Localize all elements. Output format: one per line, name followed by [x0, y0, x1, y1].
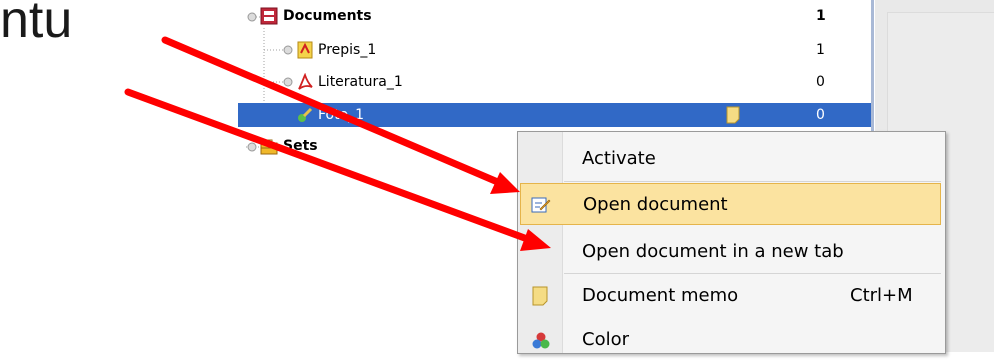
menu-item-activate[interactable]: Activate — [520, 138, 941, 180]
sets-briefcase-icon — [260, 139, 278, 155]
tree-row-count: 1 — [816, 42, 825, 58]
pdf-icon — [298, 73, 313, 90]
tree-row-count: 1 — [816, 8, 826, 24]
tree-row-literatura[interactable]: Literatura_1 0 — [238, 70, 872, 94]
menu-item-open-document-new-tab[interactable]: Open document in a new tab — [520, 231, 941, 273]
menu-item-open-document[interactable]: Open document — [520, 183, 941, 225]
slide-text-fragment: ntu — [0, 0, 73, 49]
tree-row-label: Documents — [283, 8, 372, 24]
tree-row-label: Sets — [283, 138, 318, 154]
color-icon — [532, 332, 550, 349]
menu-item-label: Open document — [583, 194, 728, 215]
menu-item-shortcut: Ctrl+M — [850, 285, 913, 306]
tree-row-prepis[interactable]: Prepis_1 1 — [238, 38, 872, 62]
tree-row-label: Prepis_1 — [318, 42, 377, 58]
tree-row-count: 0 — [816, 74, 825, 90]
menu-item-label: Open document in a new tab — [582, 241, 844, 262]
menu-separator — [564, 181, 941, 182]
menu-item-color[interactable]: Color — [520, 319, 941, 361]
menu-item-document-memo[interactable]: Document memo Ctrl+M — [520, 275, 941, 317]
tree-row-label: Foto_1 — [318, 107, 365, 123]
context-menu: Activate Open document Open document in … — [517, 131, 946, 354]
transcript-icon — [297, 41, 313, 59]
tree-row-sets[interactable]: Sets — [238, 134, 538, 158]
menu-item-label: Activate — [582, 148, 656, 169]
tree-row-documents[interactable]: Documents 1 — [238, 4, 872, 28]
tree-row-foto[interactable]: Foto_1 0 — [238, 103, 872, 127]
tree-row-count: 0 — [816, 107, 825, 123]
photo-icon — [298, 107, 313, 122]
edit-icon — [531, 197, 551, 213]
menu-item-label: Color — [582, 329, 629, 350]
documents-folder-icon — [260, 7, 278, 25]
tree-row-label: Literatura_1 — [318, 74, 403, 90]
memo-icon — [532, 286, 548, 306]
menu-item-label: Document memo — [582, 285, 739, 306]
menu-separator — [564, 273, 941, 274]
memo-icon[interactable] — [724, 106, 742, 124]
